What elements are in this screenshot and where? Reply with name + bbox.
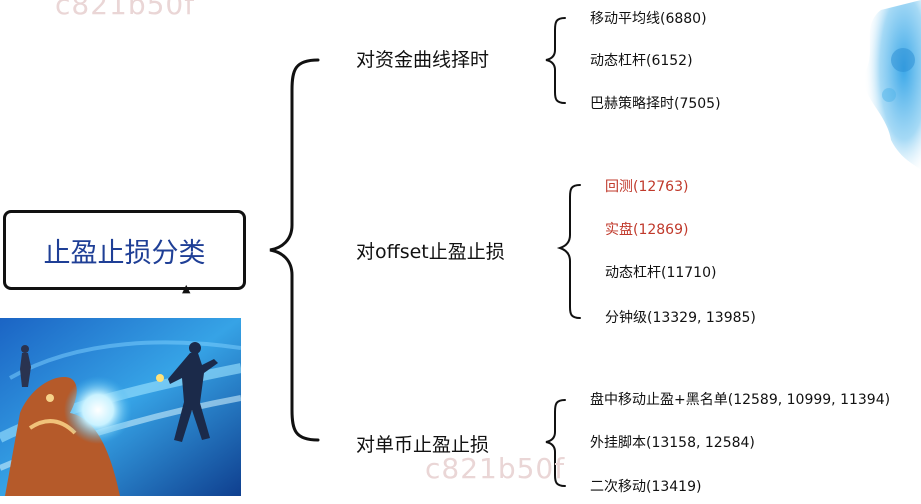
main-brace (269, 58, 320, 442)
leaf-item: 二次移动(13419) (590, 479, 702, 495)
mouse-cursor-icon: ▲ (182, 282, 191, 295)
leaf-item-highlight: 实盘(12869) (605, 222, 689, 238)
leaf-item: 盘中移动止盈+黑名单(12589, 10999, 11394) (590, 392, 891, 408)
brace-branch-1 (545, 17, 566, 104)
leaf-item: 动态杠杆(6152) (590, 53, 693, 69)
leaf-item: 移动平均线(6880) (590, 11, 707, 27)
leaf-item: 巴赫策略择时(7505) (590, 96, 721, 112)
leaf-item: 分钟级(13329, 13985) (605, 310, 756, 326)
leaf-item: 外挂脚本(13158, 12584) (590, 435, 755, 451)
branch-2-label: 对offset止盈止损 (356, 241, 505, 263)
brace-branch-2 (556, 184, 581, 319)
anime-scene-illustration (0, 318, 241, 496)
branch-1-label: 对资金曲线择时 (356, 49, 490, 71)
root-node: 止盈止损分类 (3, 210, 246, 290)
watermark-bottom: c821b50f (425, 452, 566, 485)
root-label: 止盈止损分类 (43, 237, 206, 269)
leaf-item-highlight: 回测(12763) (605, 179, 689, 195)
leaf-item: 动态杠杆(11710) (605, 265, 717, 281)
